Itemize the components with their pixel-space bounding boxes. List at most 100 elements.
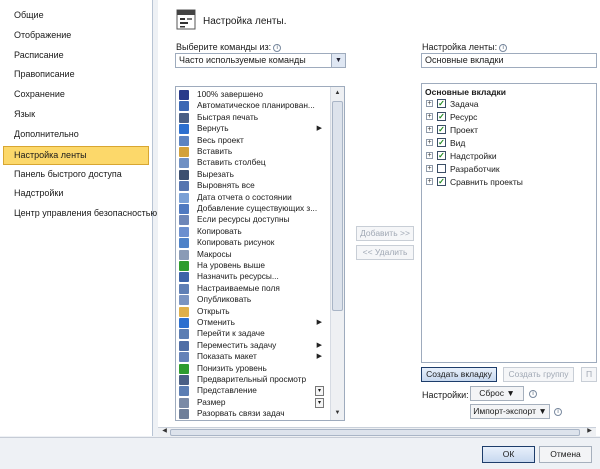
command-item[interactable]: Представление ▾ (176, 385, 328, 397)
commands-scrollbar[interactable]: ▲ ▼ (330, 87, 344, 420)
rename-button[interactable]: П (581, 367, 597, 382)
command-item[interactable]: Вернуть ▶ (176, 123, 328, 135)
nav-item[interactable]: Сохранение (0, 85, 152, 105)
expand-icon[interactable]: + (426, 126, 433, 133)
command-item[interactable]: Добавление существующих з... (176, 203, 328, 215)
tab-checkbox[interactable]: ✓ (437, 151, 446, 160)
command-label: Вставить столбец (197, 157, 266, 168)
commands-source-combo[interactable]: Часто используемые команды ▼ (175, 53, 346, 68)
scroll-thumb[interactable] (332, 101, 343, 311)
command-item[interactable]: Размер ▾ (176, 397, 328, 409)
command-item[interactable]: Отменить ▶ (176, 317, 328, 329)
horizontal-scrollbar[interactable]: ◀ ▶ (158, 427, 596, 437)
printer-icon (179, 112, 189, 123)
goto-task-icon (179, 329, 189, 340)
reset-button[interactable]: Сброс ▼ (470, 386, 524, 401)
command-label: Макросы (197, 248, 232, 259)
command-item[interactable]: Разорвать связи задач (176, 408, 328, 420)
command-item[interactable]: Открыть (176, 306, 328, 318)
command-label: Быстрая печать (197, 111, 259, 122)
tab-checkbox[interactable]: ✓ (437, 125, 446, 134)
status-date-icon (179, 192, 189, 203)
command-item[interactable]: Вырезать (176, 169, 328, 181)
ribbon-tabs-combo[interactable]: Основные вкладки (421, 53, 597, 68)
command-item[interactable]: Опубликовать (176, 294, 328, 306)
settings-label: Настройки: (422, 390, 469, 400)
info-icon: i (273, 43, 282, 52)
command-item[interactable]: Показать макет ▶ (176, 351, 328, 363)
auto-schedule-icon (179, 101, 189, 112)
nav-item[interactable]: Центр управления безопасностью (0, 204, 157, 224)
command-label: Вернуть (197, 123, 229, 134)
move-task-icon (179, 340, 189, 351)
nav-item[interactable]: Правописание (0, 65, 152, 85)
add-button[interactable]: Добавить >> (356, 226, 414, 241)
macros-icon (179, 249, 189, 260)
remove-button[interactable]: << Удалить (356, 245, 414, 260)
command-label: Разорвать связи задач (197, 408, 285, 419)
nav-item[interactable]: Дополнительно (0, 125, 152, 145)
tab-checkbox[interactable] (437, 164, 446, 173)
nav-item[interactable]: Язык (0, 105, 152, 125)
command-label: На уровень выше (197, 260, 265, 270)
nav-item[interactable]: Отображение (0, 26, 152, 46)
scroll-up-icon[interactable]: ▲ (331, 87, 344, 100)
nav-item[interactable]: Панель быстрого доступа (0, 165, 152, 185)
tab-checkbox[interactable]: ✓ (437, 112, 446, 121)
command-item[interactable]: Понизить уровень (176, 363, 328, 375)
command-item[interactable]: Если ресурсы доступны (176, 214, 328, 226)
command-item[interactable]: Предварительный просмотр (176, 374, 328, 386)
command-item[interactable]: Вставить (176, 146, 328, 158)
green-arrow-left-icon (179, 261, 189, 271)
cancel-button[interactable]: Отмена (539, 446, 592, 463)
horizontal-scroll-thumb[interactable] (170, 429, 580, 436)
gallery-dropdown-icon: ▾ (315, 397, 324, 408)
expand-icon[interactable]: + (426, 100, 433, 107)
command-item[interactable]: 100% завершено (176, 89, 328, 101)
nav-item[interactable]: Надстройки (0, 184, 152, 204)
command-item[interactable]: Перейти к задаче (176, 328, 328, 340)
command-item[interactable]: Весь проект (176, 135, 328, 147)
page-title: Настройка ленты. (203, 16, 287, 27)
command-label: Переместить задачу (197, 339, 277, 350)
command-item[interactable]: Макросы (176, 249, 328, 261)
ribbon-tabs-tree[interactable]: Основные вкладки + ✓ Задача + ✓ Ресурс + ✓ Проек… (421, 83, 597, 363)
command-item[interactable]: Автоматическое планирован... (176, 100, 328, 112)
command-item[interactable]: Копировать рисунок (176, 237, 328, 249)
nav-item[interactable]: Общие (0, 6, 152, 26)
tab-checkbox[interactable]: ✓ (437, 138, 446, 147)
command-item[interactable]: Копировать (176, 226, 328, 238)
command-item[interactable]: Переместить задачу ▶ (176, 340, 328, 352)
assign-resources-icon (179, 272, 189, 283)
nav-item[interactable]: Расписание (0, 46, 152, 66)
ok-button[interactable]: ОК (482, 446, 535, 463)
command-item[interactable]: Дата отчета о состоянии (176, 192, 328, 204)
submenu-arrow-icon: ▶ (316, 319, 322, 326)
command-item[interactable]: Настраиваемые поля (176, 283, 328, 295)
scroll-right-icon[interactable]: ▶ (583, 426, 596, 436)
command-label: Весь проект (197, 134, 244, 145)
chevron-down-icon[interactable]: ▼ (331, 54, 345, 67)
whole-project-icon (179, 135, 189, 146)
submenu-arrow-icon: ▶ (316, 125, 322, 133)
command-item[interactable]: Выровнять все (176, 180, 328, 192)
command-item[interactable]: Вставить столбец (176, 157, 328, 169)
command-item[interactable]: Назначить ресурсы... (176, 271, 328, 283)
expand-icon[interactable]: + (426, 139, 433, 146)
command-item[interactable]: На уровень выше (176, 260, 328, 272)
import-export-button[interactable]: Импорт-экспорт ▼ (470, 404, 550, 419)
expand-icon[interactable]: + (426, 165, 433, 172)
tab-checkbox[interactable]: ✓ (437, 177, 446, 186)
command-item[interactable]: Быстрая печать (176, 112, 328, 124)
new-tab-button[interactable]: Создать вкладку (421, 367, 497, 382)
command-label: Копировать (197, 225, 242, 236)
new-group-button[interactable]: Создать группу (503, 367, 574, 382)
expand-icon[interactable]: + (426, 178, 433, 185)
expand-icon[interactable]: + (426, 113, 433, 120)
show-layout-icon (179, 352, 189, 363)
scroll-down-icon[interactable]: ▼ (331, 407, 344, 420)
commands-list[interactable]: ▲ ▼ 100% завершено Автоматическое планиро… (175, 86, 345, 421)
tab-checkbox[interactable]: ✓ (437, 99, 446, 108)
nav-item[interactable]: Настройка ленты (3, 145, 149, 165)
expand-icon[interactable]: + (426, 152, 433, 159)
